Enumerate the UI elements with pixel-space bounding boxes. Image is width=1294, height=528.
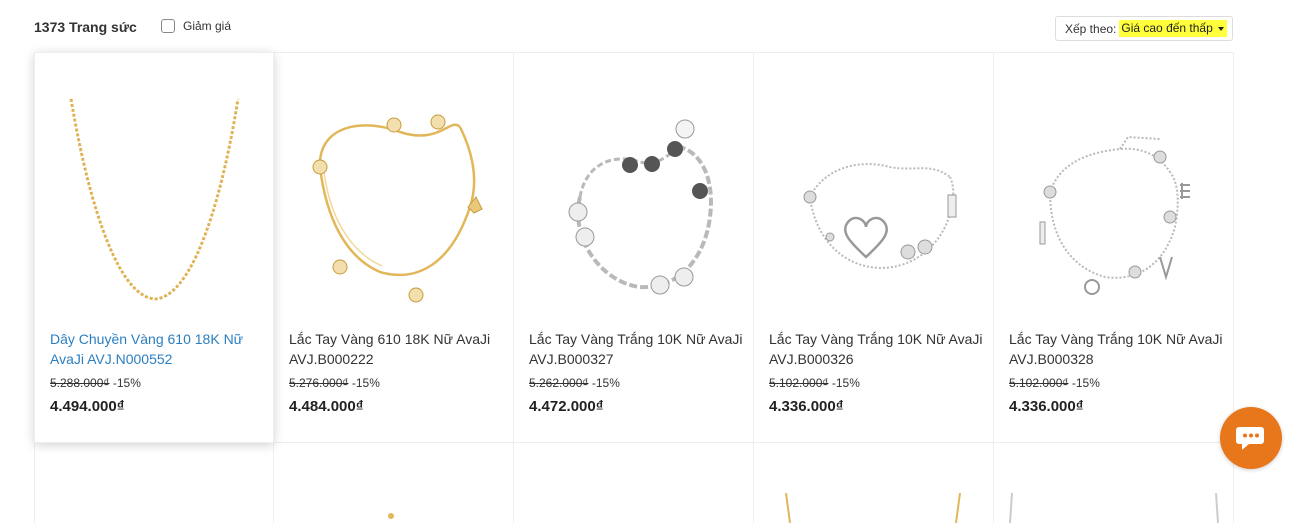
product-image-white-gold-heart-bracelet[interactable] — [770, 67, 978, 322]
chevron-down-icon — [1217, 26, 1224, 31]
chat-bubble-icon — [1236, 427, 1264, 450]
product-image-white-gold-love-bracelet[interactable] — [1010, 67, 1218, 322]
discount-checkbox[interactable] — [161, 19, 175, 33]
product-old-price: 5.288.000₫ -15% — [50, 376, 141, 390]
product-card[interactable]: Lắc Tay Vàng Trắng 10K Nữ AvaJi AVJ.B000… — [994, 52, 1234, 443]
product-image-partial — [388, 513, 394, 519]
product-name[interactable]: Lắc Tay Vàng Trắng 10K Nữ AvaJi AVJ.B000… — [769, 329, 984, 369]
chat-button[interactable] — [1220, 407, 1282, 469]
product-card-partial[interactable] — [514, 443, 754, 523]
product-price: 4.336.000₫ — [1009, 398, 1084, 415]
product-card[interactable]: Dây Chuyền Vàng 610 18K Nữ AvaJi AVJ.N00… — [34, 52, 274, 443]
product-card-partial[interactable] — [754, 443, 994, 524]
product-card[interactable]: Lắc Tay Vàng Trắng 10K Nữ AvaJi AVJ.B000… — [754, 52, 994, 443]
discount-badge: -15% — [591, 376, 620, 390]
product-name[interactable]: Lắc Tay Vàng 610 18K Nữ AvaJi AVJ.B00022… — [289, 329, 504, 369]
product-price: 4.472.000₫ — [529, 398, 604, 415]
sort-label: Xếp theo: — [1065, 21, 1117, 36]
product-name[interactable]: Lắc Tay Vàng Trắng 10K Nữ AvaJi AVJ.B000… — [1009, 329, 1224, 369]
product-card-partial[interactable] — [994, 443, 1234, 524]
sort-control[interactable]: Xếp theo: Giá cao đến thấp — [1055, 16, 1233, 41]
discount-badge: -15% — [351, 376, 380, 390]
product-old-price: 5.102.000₫ -15% — [769, 376, 860, 390]
product-card[interactable]: Lắc Tay Vàng Trắng 10K Nữ AvaJi AVJ.B000… — [514, 52, 754, 443]
product-card-partial[interactable] — [274, 443, 514, 523]
product-count: 1373 Trang sức — [34, 19, 137, 35]
product-price: 4.484.000₫ — [289, 398, 364, 415]
listing-toolbar: 1373 Trang sức Giảm giá Xếp theo: Giá ca… — [0, 0, 1294, 52]
product-image-partial — [785, 492, 961, 524]
product-name[interactable]: Dây Chuyền Vàng 610 18K Nữ AvaJi AVJ.N00… — [50, 329, 265, 369]
discount-badge: -15% — [831, 376, 860, 390]
product-image-partial — [1009, 492, 1219, 524]
product-price: 4.494.000₫ — [50, 398, 125, 415]
sort-dropdown[interactable]: Giá cao đến thấp — [1119, 20, 1227, 37]
product-old-price: 5.262.000₫ -15% — [529, 376, 620, 390]
discount-badge: -15% — [112, 376, 141, 390]
discount-badge: -15% — [1071, 376, 1100, 390]
product-image-gold-charm-bracelet[interactable] — [290, 67, 498, 322]
product-old-price: 5.102.000₫ -15% — [1009, 376, 1100, 390]
product-image-gold-necklace[interactable] — [51, 67, 259, 322]
product-grid: Dây Chuyền Vàng 610 18K Nữ AvaJi AVJ.N00… — [34, 52, 1234, 524]
product-image-white-gold-link-bracelet[interactable] — [530, 67, 738, 322]
discount-label: Giảm giá — [183, 19, 232, 33]
product-price: 4.336.000₫ — [769, 398, 844, 415]
discount-filter[interactable]: Giảm giá — [161, 19, 231, 33]
product-card-partial[interactable] — [34, 443, 274, 523]
product-card[interactable]: Lắc Tay Vàng 610 18K Nữ AvaJi AVJ.B00022… — [274, 52, 514, 443]
product-name[interactable]: Lắc Tay Vàng Trắng 10K Nữ AvaJi AVJ.B000… — [529, 329, 744, 369]
sort-value: Giá cao đến thấp — [1121, 21, 1213, 35]
product-old-price: 5.276.000₫ -15% — [289, 376, 380, 390]
